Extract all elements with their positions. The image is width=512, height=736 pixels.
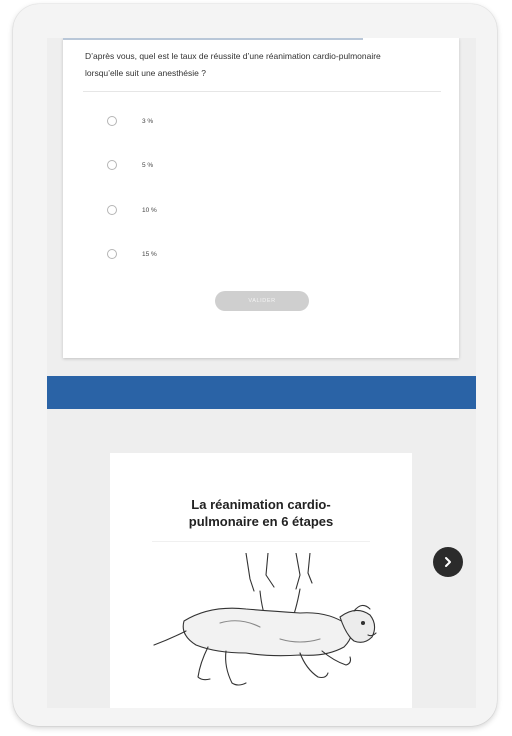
section-band: [47, 376, 476, 409]
option-15-percent[interactable]: 15 %: [107, 247, 157, 261]
dog-cpr-illustration: [153, 553, 377, 686]
screen: D’après vous, quel est le taux de réussi…: [47, 38, 476, 708]
option-3-percent[interactable]: 3 %: [107, 114, 153, 128]
quiz-question: D’après vous, quel est le taux de réussi…: [85, 48, 435, 82]
option-label: 15 %: [142, 250, 157, 258]
radio-button[interactable]: [107, 116, 117, 126]
option-label: 5 %: [142, 161, 154, 169]
chevron-right-icon: [445, 557, 451, 567]
radio-button[interactable]: [107, 249, 117, 259]
submit-button[interactable]: VALIDER: [215, 291, 309, 311]
option-10-percent[interactable]: 10 %: [107, 203, 157, 217]
carousel-slide[interactable]: La réanimation cardio- pulmonaire en 6 é…: [110, 453, 412, 708]
option-label: 10 %: [142, 206, 157, 214]
progress-line: [63, 38, 363, 40]
radio-button[interactable]: [107, 205, 117, 215]
question-line-2: lorsqu’elle suit une anesthésie ?: [85, 68, 206, 78]
divider: [83, 91, 441, 92]
quiz-card: D’après vous, quel est le taux de réussi…: [63, 38, 459, 358]
tablet-frame: D’après vous, quel est le taux de réussi…: [13, 4, 497, 726]
slide-title: La réanimation cardio- pulmonaire en 6 é…: [110, 496, 412, 530]
option-label: 3 %: [142, 117, 154, 125]
slide-title-line-2: pulmonaire en 6 étapes: [188, 514, 334, 529]
question-line-1: D’après vous, quel est le taux de réussi…: [85, 51, 381, 61]
option-5-percent[interactable]: 5 %: [107, 158, 153, 172]
carousel-next-button[interactable]: [433, 547, 463, 577]
slide-title-line-1: La réanimation cardio-: [191, 497, 331, 512]
radio-button[interactable]: [107, 160, 117, 170]
title-divider: [152, 541, 370, 542]
